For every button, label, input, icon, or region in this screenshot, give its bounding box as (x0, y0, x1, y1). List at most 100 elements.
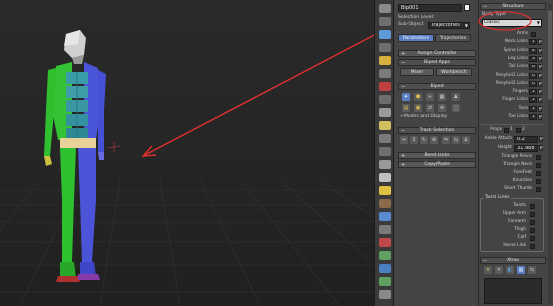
structure-field-value[interactable]: 3 (529, 55, 537, 62)
symmetrical-icon[interactable]: ⇋ (442, 136, 450, 144)
structure-field-value[interactable]: 1 (529, 39, 537, 46)
symmetry-icon[interactable]: ⇆ (528, 266, 536, 274)
network-icon[interactable] (379, 264, 391, 273)
structure-field-value[interactable]: 0 (529, 64, 537, 71)
create-xtra-icon[interactable]: ✦ (484, 266, 492, 274)
mixer-button[interactable]: Mixer (400, 68, 434, 76)
opposite-icon[interactable]: ⇆ (452, 136, 460, 144)
option-checkbox[interactable] (536, 162, 541, 168)
twist-field-input[interactable] (530, 219, 535, 225)
save-file-icon[interactable]: ▣ (414, 104, 422, 112)
biped-playback-icon[interactable]: ♟ (452, 93, 460, 101)
twist-field-input[interactable] (530, 227, 535, 233)
sun-icon[interactable] (379, 186, 391, 195)
link-icon[interactable] (379, 17, 391, 26)
tab-trajectories[interactable]: Trajectories (435, 34, 471, 42)
lock-icon[interactable]: ▢ (452, 104, 460, 112)
structure-field-spinner[interactable]: ▴▾ (538, 72, 542, 79)
select-icon[interactable] (379, 4, 391, 13)
globe-icon[interactable] (379, 251, 391, 260)
arms-checkbox[interactable] (531, 31, 536, 37)
select-children-icon[interactable]: ⇊ (462, 136, 470, 144)
tab-parameters[interactable]: Parameters (398, 34, 434, 42)
twist-field-input[interactable] (530, 243, 535, 249)
structure-field-spinner[interactable]: ▴▾ (538, 55, 542, 62)
material-icon[interactable] (379, 147, 391, 156)
motion-icon[interactable] (379, 108, 391, 117)
render-icon[interactable] (379, 160, 391, 169)
lock-com-icon[interactable]: ⊕ (430, 136, 438, 144)
rollout-biped[interactable]: − Biped (398, 83, 476, 90)
structure-field-spinner[interactable]: ▴▾ (538, 89, 542, 96)
convert-icon[interactable]: ⇄ (426, 104, 434, 112)
hierarchy-icon[interactable] (379, 95, 391, 104)
structure-field-value[interactable]: 1 (529, 114, 537, 120)
props-2-checkbox[interactable] (516, 128, 521, 133)
ankle-attach-field[interactable]: 0.2 (514, 136, 538, 143)
xtras-list[interactable] (484, 278, 542, 304)
height-spinner[interactable]: ▴▾ (539, 145, 543, 151)
height-field[interactable]: 31.988 (514, 145, 538, 152)
display-icon[interactable] (379, 121, 391, 130)
option-checkbox[interactable] (536, 170, 541, 176)
mixer-mode-icon[interactable]: ▦ (438, 93, 446, 101)
structure-field-value[interactable]: 1 (529, 97, 537, 104)
structure-field-spinner[interactable]: ▴▾ (538, 97, 542, 104)
structure-field-spinner[interactable]: ▴▾ (538, 105, 542, 112)
structure-field-spinner[interactable]: ▴▾ (538, 114, 542, 120)
structure-field-value[interactable]: 4 (529, 47, 537, 54)
object-color-swatch[interactable] (464, 4, 470, 11)
structure-field-spinner[interactable]: ▴▾ (538, 39, 542, 46)
ankle-attach-spinner[interactable]: ▴▾ (539, 136, 543, 142)
structure-field-value[interactable]: 0 (529, 80, 537, 87)
props-1-checkbox[interactable] (504, 128, 509, 133)
panel-scrollbar[interactable] (548, 4, 552, 304)
rollout-bend-links[interactable]: + Bend Links (398, 152, 476, 159)
bind-icon[interactable] (379, 43, 391, 52)
pin-icon[interactable] (379, 225, 391, 234)
body-vertical-icon[interactable]: ↕ (410, 136, 418, 144)
scrollbar-thumb[interactable] (548, 10, 552, 100)
modes-and-display-label[interactable]: +Modes and Display (400, 114, 447, 120)
structure-field-spinner[interactable]: ▴▾ (538, 64, 542, 71)
rollout-biped-apps[interactable]: − Biped Apps (398, 59, 476, 66)
rollout-assign-controller[interactable]: + Assign Controller (398, 50, 476, 57)
teapot-icon[interactable] (379, 290, 391, 299)
grid-icon[interactable] (379, 212, 391, 221)
rollout-xtras[interactable]: − Xtras (480, 257, 546, 264)
record-icon[interactable] (379, 82, 391, 91)
viewport-perspective[interactable] (0, 0, 374, 306)
structure-field-value[interactable]: 0 (529, 72, 537, 79)
wood-icon[interactable] (379, 199, 391, 208)
structure-field-spinner[interactable]: ▴▾ (538, 47, 542, 54)
option-checkbox[interactable] (536, 178, 541, 184)
delete-xtra-icon[interactable]: ✕ (495, 266, 503, 274)
footstep-mode-icon[interactable]: ⬟ (414, 93, 422, 101)
camera-icon[interactable] (379, 69, 391, 78)
rollout-structure[interactable]: − Structure (480, 3, 546, 10)
load-file-icon[interactable]: ▤ (402, 104, 410, 112)
rollout-copy-paste[interactable]: + Copy/Paste (398, 161, 476, 168)
twist-field-input[interactable] (530, 211, 535, 217)
twist-field-input[interactable] (530, 235, 535, 241)
mirror-xtra-icon[interactable]: ◧ (506, 266, 514, 274)
option-checkbox[interactable] (536, 154, 541, 160)
cone-icon[interactable] (379, 173, 391, 182)
create-icon[interactable] (379, 30, 391, 39)
structure-field-spinner[interactable]: ▴▾ (538, 80, 542, 87)
twist-field-input[interactable] (530, 203, 535, 209)
object-name-field[interactable]: Bip001 (398, 4, 462, 12)
motion-flow-icon[interactable]: ≈ (426, 93, 434, 101)
light-icon[interactable] (379, 56, 391, 65)
figure-mode-icon[interactable]: ✦ (402, 93, 410, 101)
body-horizontal-icon[interactable]: ↔ (400, 136, 408, 144)
structure-field-value[interactable]: 1 (529, 105, 537, 112)
move-all-mode-icon[interactable]: ✣ (438, 104, 446, 112)
utilities-icon[interactable] (379, 134, 391, 143)
terrain-icon[interactable] (379, 277, 391, 286)
structure-field-value[interactable]: 1 (529, 89, 537, 96)
option-checkbox[interactable] (536, 186, 541, 192)
dumbbell-icon[interactable] (379, 238, 391, 247)
workbench-button[interactable]: Workbench (436, 68, 472, 76)
sub-object-dropdown[interactable]: Trajectories ▼ (428, 22, 470, 29)
